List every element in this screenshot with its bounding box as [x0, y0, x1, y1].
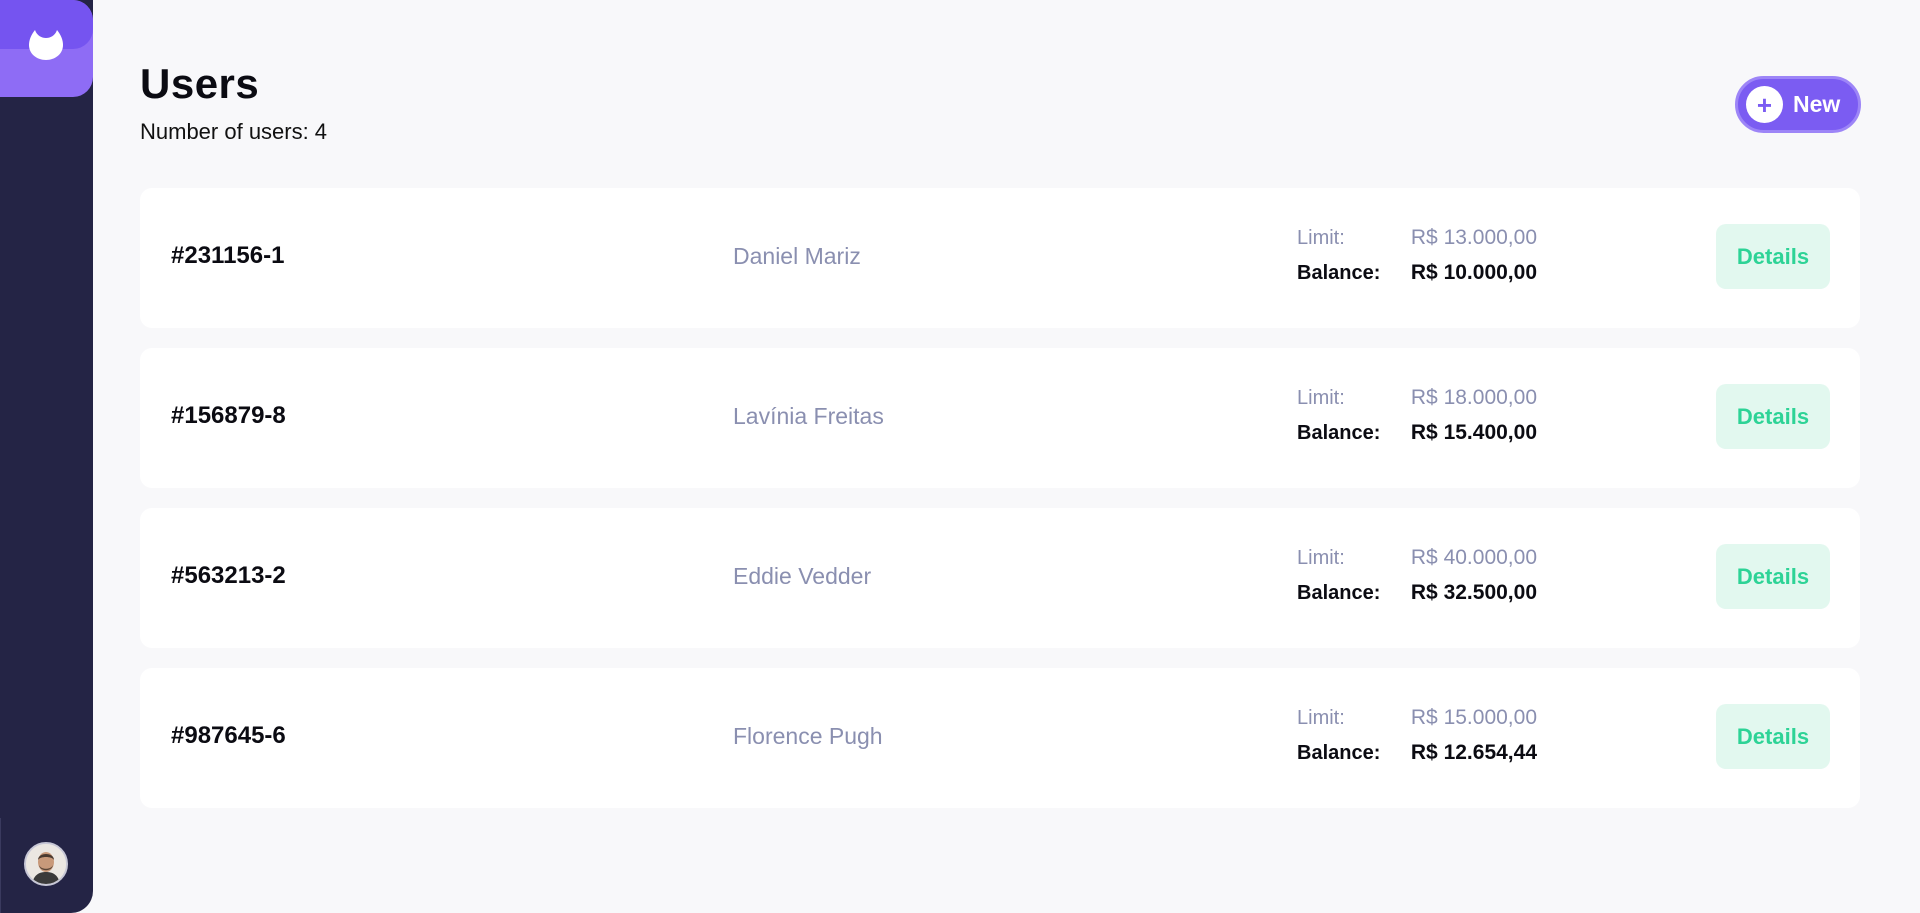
avatar-portrait-icon	[26, 844, 66, 884]
balance-value: R$ 32.500,00	[1410, 581, 1537, 604]
user-card: #987645-6 Florence Pugh Limit: R$ 15.000…	[140, 668, 1860, 808]
details-button[interactable]: Details	[1716, 224, 1830, 289]
user-card: #156879-8 Lavínia Freitas Limit: R$ 18.0…	[140, 348, 1860, 488]
user-name: Florence Pugh	[733, 723, 883, 749]
limit-value: R$ 15.000,00	[1410, 706, 1537, 729]
balance-value: R$ 15.400,00	[1410, 421, 1537, 444]
user-id: #156879-8	[171, 402, 286, 429]
balance-value: R$ 12.654,44	[1410, 741, 1537, 764]
details-button[interactable]: Details	[1716, 384, 1830, 449]
new-user-button[interactable]: + New	[1735, 76, 1861, 133]
logo[interactable]	[0, 0, 93, 97]
sidebar	[0, 0, 93, 913]
details-button[interactable]: Details	[1716, 544, 1830, 609]
user-name: Lavínia Freitas	[733, 403, 884, 429]
user-id: #987645-6	[171, 722, 286, 749]
user-id: #231156-1	[171, 242, 285, 269]
plus-icon: +	[1746, 86, 1783, 123]
user-card: #563213-2 Eddie Vedder Limit: R$ 40.000,…	[140, 508, 1860, 648]
new-button-label: New	[1793, 91, 1841, 117]
user-avatar[interactable]	[24, 842, 68, 886]
user-id: #563213-2	[171, 562, 286, 589]
user-name: Daniel Mariz	[733, 243, 861, 269]
limit-value: R$ 18.000,00	[1410, 386, 1537, 409]
page-title: Users	[140, 60, 260, 107]
user-count-label: Number of users:	[140, 119, 309, 144]
limit-value: R$ 40.000,00	[1410, 546, 1537, 569]
user-name: Eddie Vedder	[733, 563, 872, 589]
user-count-text: Number of users: 4	[140, 119, 327, 145]
user-card: #231156-1 Daniel Mariz Limit: R$ 13.000,…	[140, 188, 1860, 328]
user-count-value: 4	[314, 119, 327, 144]
limit-value: R$ 13.000,00	[1410, 226, 1537, 249]
drop-logo-icon	[29, 30, 63, 60]
balance-value: R$ 10.000,00	[1410, 261, 1537, 284]
sidebar-divider	[0, 818, 1, 913]
details-button[interactable]: Details	[1716, 704, 1830, 769]
